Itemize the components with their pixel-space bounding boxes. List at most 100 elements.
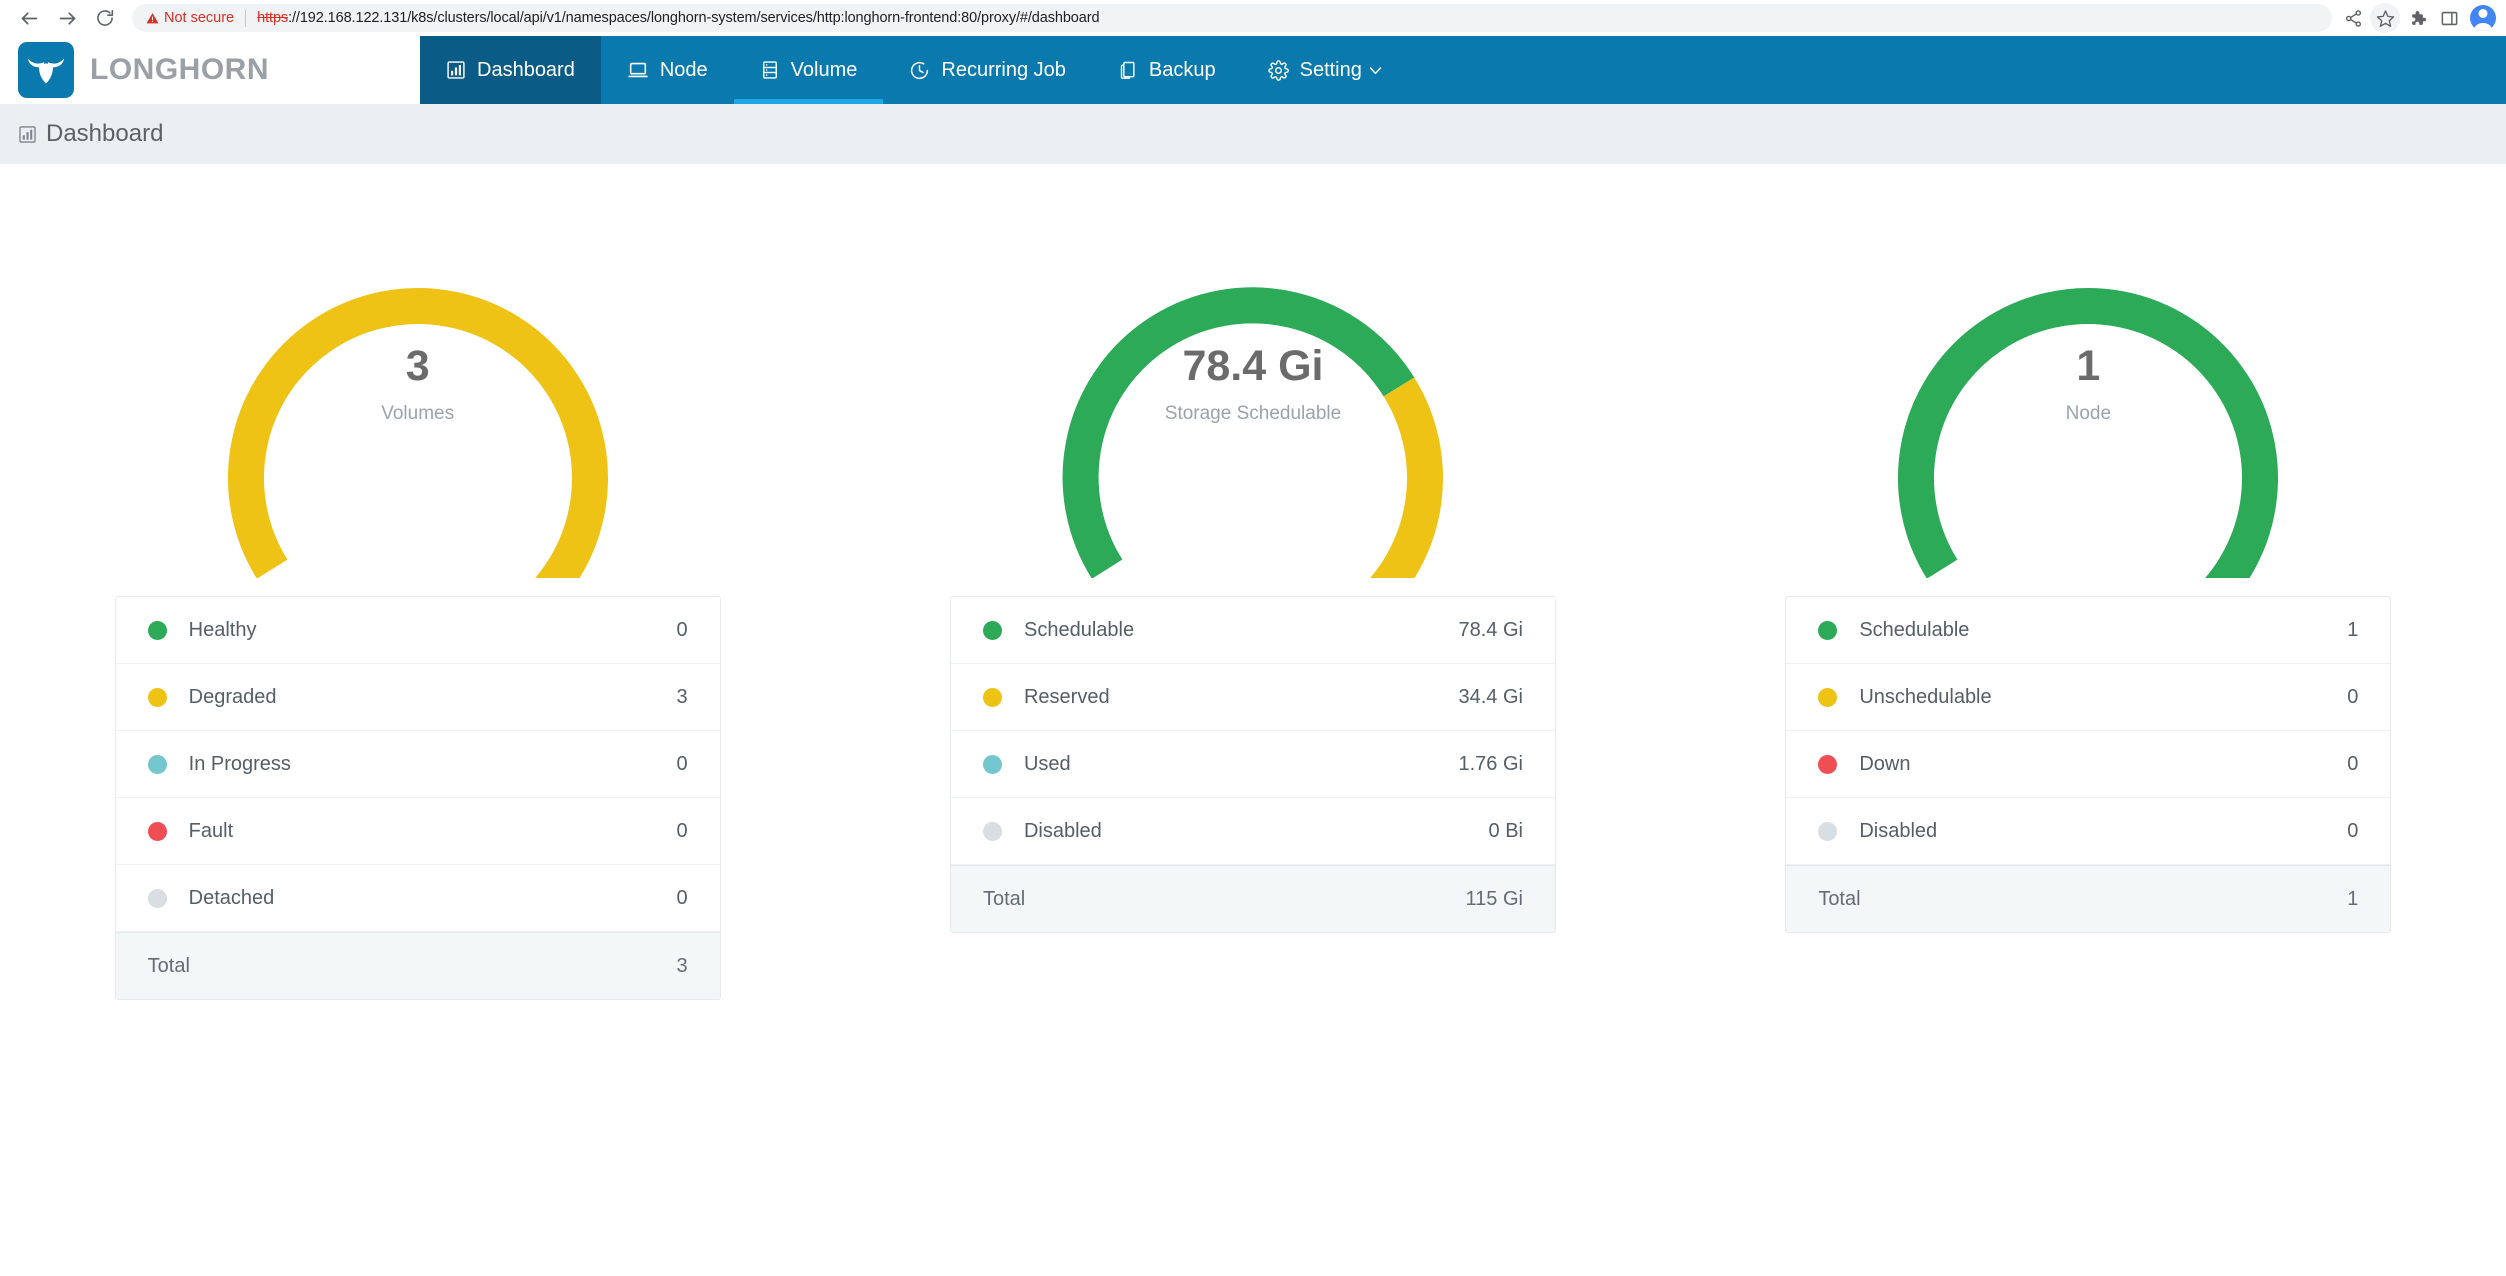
- legend-value: 3: [677, 686, 688, 709]
- legend-row[interactable]: In Progress 0: [116, 731, 720, 798]
- brand-area[interactable]: LONGHORN: [0, 36, 420, 104]
- volume-gauge: 3 Volumes: [128, 186, 708, 578]
- status-dot-in-progress: [148, 755, 167, 774]
- legend-row[interactable]: Down 0: [1786, 731, 2390, 798]
- legend-value: 1.76 Gi: [1459, 753, 1523, 776]
- forward-button[interactable]: [48, 3, 86, 33]
- legend-label: Schedulable: [1024, 619, 1459, 642]
- legend-row[interactable]: Detached 0: [116, 865, 720, 932]
- status-dot-detached: [148, 889, 167, 908]
- legend-row[interactable]: Healthy 0: [116, 597, 720, 664]
- bookmark-star-icon[interactable]: [2370, 3, 2400, 33]
- bar-chart-icon: [446, 60, 466, 80]
- breadcrumb: Dashboard: [0, 104, 2506, 164]
- legend-row[interactable]: Schedulable 1: [1786, 597, 2390, 664]
- gauge-segment-degraded: [246, 306, 590, 578]
- dashboard-content: 3 Volumes Healthy 0 Degraded 3 In Progre…: [0, 164, 2506, 1276]
- legend-row[interactable]: Degraded 3: [116, 664, 720, 731]
- legend-value: 0: [677, 887, 688, 910]
- legend-value: 1: [2347, 619, 2358, 642]
- nav-item-label: Setting: [1300, 59, 1362, 82]
- share-icon[interactable]: [2338, 3, 2368, 33]
- status-dot-fault: [148, 822, 167, 841]
- legend-label: Fault: [189, 820, 677, 843]
- gauge-segment-schedulable: [1081, 305, 1399, 569]
- legend-label: Used: [1024, 753, 1459, 776]
- legend-row[interactable]: Reserved 34.4 Gi: [951, 664, 1555, 731]
- side-panel-icon[interactable]: [2434, 3, 2464, 33]
- legend-total-value: 3: [677, 955, 688, 978]
- status-dot-degraded: [148, 688, 167, 707]
- nav-item-label: Recurring Job: [941, 59, 1066, 82]
- extensions-puzzle-icon[interactable]: [2402, 3, 2432, 33]
- status-dot-used: [983, 755, 1002, 774]
- legend-label: Unschedulable: [1859, 686, 2347, 709]
- node-gauge-svg: [1798, 186, 2378, 578]
- url-text: https://192.168.122.131/k8s/clusters/loc…: [257, 10, 1099, 26]
- legend-row[interactable]: Disabled 0 Bi: [951, 798, 1555, 865]
- gauge-segment-reserved: [1370, 387, 1425, 578]
- legend-label: Schedulable: [1859, 619, 2347, 642]
- breadcrumb-label: Dashboard: [46, 120, 163, 148]
- back-button[interactable]: [10, 3, 48, 33]
- legend-total-value: 115 Gi: [1466, 888, 1523, 911]
- legend-value: 0: [2347, 753, 2358, 776]
- brand-name: LONGHORN: [90, 53, 269, 87]
- bar-chart-icon: [18, 125, 37, 144]
- node-gauge-wrap: 1 Node: [1671, 186, 2506, 578]
- url-scheme: https: [257, 10, 288, 26]
- legend-value: 0 Bi: [1489, 820, 1523, 843]
- gauge-arcs: [246, 306, 590, 578]
- app-navbar: LONGHORN Dashboard Node Volume Recurring…: [0, 36, 2506, 104]
- nav-item-volume[interactable]: Volume: [734, 36, 884, 104]
- legend-total-label: Total: [148, 955, 677, 978]
- legend-label: In Progress: [189, 753, 677, 776]
- status-dot-schedulable: [983, 621, 1002, 640]
- status-dot-healthy: [148, 621, 167, 640]
- legend-label: Healthy: [189, 619, 677, 642]
- storage-legend: Schedulable 78.4 Gi Reserved 34.4 Gi Use…: [950, 596, 1556, 933]
- gauge-arcs: [1916, 306, 2260, 578]
- nav-item-backup[interactable]: Backup: [1092, 36, 1242, 104]
- legend-total-value: 1: [2347, 888, 2358, 911]
- nav-item-setting[interactable]: Setting: [1242, 36, 1410, 104]
- clock-icon: [909, 60, 930, 81]
- browser-toolbar: Not secure https://192.168.122.131/k8s/c…: [0, 0, 2506, 36]
- address-bar[interactable]: Not secure https://192.168.122.131/k8s/c…: [132, 4, 2332, 32]
- nav-item-node[interactable]: Node: [601, 36, 734, 104]
- legend-row[interactable]: Fault 0: [116, 798, 720, 865]
- legend-total-row: Total 115 Gi: [951, 865, 1555, 932]
- legend-label: Detached: [189, 887, 677, 910]
- copy-icon: [1118, 60, 1138, 80]
- legend-row[interactable]: Unschedulable 0: [1786, 664, 2390, 731]
- legend-row[interactable]: Disabled 0: [1786, 798, 2390, 865]
- legend-label: Disabled: [1024, 820, 1489, 843]
- legend-row[interactable]: Schedulable 78.4 Gi: [951, 597, 1555, 664]
- nav-item-dashboard[interactable]: Dashboard: [420, 36, 601, 104]
- legend-value: 0: [677, 619, 688, 642]
- legend-total-row: Total 3: [116, 932, 720, 999]
- legend-total-label: Total: [983, 888, 1466, 911]
- volume-legend: Healthy 0 Degraded 3 In Progress 0 Fault…: [115, 596, 721, 1000]
- reload-button[interactable]: [86, 3, 124, 33]
- legend-label: Reserved: [1024, 686, 1459, 709]
- nav-item-recurring-job[interactable]: Recurring Job: [883, 36, 1092, 104]
- nav-item-label: Backup: [1149, 59, 1216, 82]
- legend-value: 34.4 Gi: [1459, 686, 1523, 709]
- storage-card: 78.4 Gi Storage Schedulable Schedulable …: [835, 186, 1670, 1276]
- legend-label: Disabled: [1859, 820, 2347, 843]
- legend-value: 0: [677, 753, 688, 776]
- legend-label: Degraded: [189, 686, 677, 709]
- legend-value: 78.4 Gi: [1459, 619, 1523, 642]
- storage-gauge-svg: [963, 186, 1543, 578]
- storage-gauge-wrap: 78.4 Gi Storage Schedulable: [835, 186, 1670, 578]
- legend-value: 0: [677, 820, 688, 843]
- volume-card: 3 Volumes Healthy 0 Degraded 3 In Progre…: [0, 186, 835, 1276]
- gauge-arcs: [1081, 305, 1425, 578]
- node-legend: Schedulable 1 Unschedulable 0 Down 0 Dis…: [1785, 596, 2391, 933]
- status-dot-reserved: [983, 688, 1002, 707]
- legend-row[interactable]: Used 1.76 Gi: [951, 731, 1555, 798]
- longhorn-bull-logo: [18, 42, 74, 98]
- profile-avatar-icon[interactable]: [2470, 5, 2496, 31]
- gauge-segment-schedulable: [1916, 306, 2260, 578]
